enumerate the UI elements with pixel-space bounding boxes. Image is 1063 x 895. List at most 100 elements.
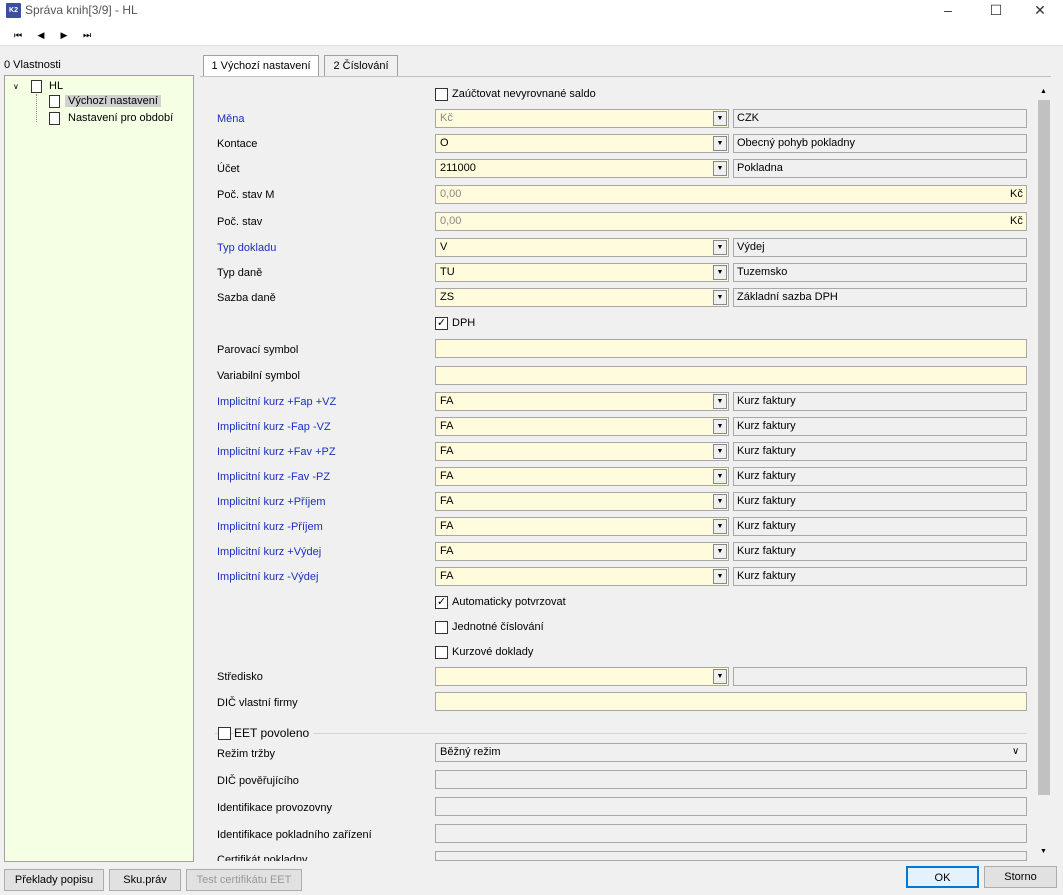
preklady-popisu-button[interactable]: Překlady popisu: [4, 869, 104, 891]
chevron-down-icon[interactable]: ▼: [713, 161, 727, 176]
poc-stav-label: Poč. stav: [217, 216, 263, 228]
dic-poverujiciho-field[interactable]: [435, 770, 1027, 789]
certifikat-field[interactable]: [435, 851, 1027, 861]
provozovna-field[interactable]: [435, 797, 1027, 816]
typ-dokladu-field[interactable]: V: [435, 238, 729, 257]
parovaci-symbol-label: Parovací symbol: [217, 344, 299, 356]
kurzove-doklady-checkbox[interactable]: [435, 646, 448, 659]
dph-checkbox[interactable]: ✓: [435, 317, 448, 330]
poc-stav-m-field[interactable]: 0,00: [435, 185, 1027, 204]
tree-root-hl[interactable]: HL: [49, 80, 63, 92]
tab-cislovani[interactable]: 2 Číslování: [324, 55, 398, 77]
tree-connector: [36, 94, 37, 122]
typ-dokladu-desc: Výdej: [733, 238, 1027, 257]
kurz-desc: Kurz faktury: [733, 492, 1027, 511]
chevron-down-icon[interactable]: ▼: [713, 240, 727, 255]
variabilni-symbol-field[interactable]: [435, 366, 1027, 385]
variabilni-symbol-label: Variabilní symbol: [217, 370, 300, 382]
rezim-trzby-select[interactable]: Běžný režim: [435, 743, 1027, 762]
stredisko-desc: [733, 667, 1027, 686]
tree-header: 0 Vlastnosti: [4, 59, 61, 71]
minimize-icon[interactable]: –: [925, 0, 971, 22]
test-certifikatu-eet-button[interactable]: Test certifikátu EET: [186, 869, 302, 891]
kurz-field[interactable]: FA: [435, 517, 729, 536]
chevron-down-icon[interactable]: ▼: [713, 494, 727, 509]
chevron-down-icon[interactable]: ▼: [713, 290, 727, 305]
sazba-dane-field[interactable]: ZS: [435, 288, 729, 307]
kurz-field[interactable]: FA: [435, 417, 729, 436]
tree-item-vychozi-nastaveni[interactable]: Výchozí nastavení: [65, 95, 161, 107]
ucet-field[interactable]: 211000: [435, 159, 729, 178]
dph-label: DPH: [452, 317, 476, 329]
provozovna-label: Identifikace provozovny: [217, 802, 332, 814]
chevron-down-icon[interactable]: ▼: [713, 669, 727, 684]
collapse-icon[interactable]: ∨: [13, 82, 19, 91]
tab-vychozi-nastaveni[interactable]: 1 Výchozí nastavení: [203, 55, 319, 77]
kurz-field[interactable]: FA: [435, 467, 729, 486]
rezim-trzby-label: Režim tržby: [217, 748, 276, 760]
first-record-icon[interactable]: ⏮: [8, 27, 28, 43]
zarizeni-field[interactable]: [435, 824, 1027, 843]
kurz-label: Implicitní kurz +Výdej: [217, 546, 322, 558]
kurz-desc: Kurz faktury: [733, 467, 1027, 486]
chevron-down-icon[interactable]: ▼: [713, 469, 727, 484]
kurz-desc: Kurz faktury: [733, 417, 1027, 436]
poc-stav-m-unit: Kč: [1010, 188, 1023, 200]
mena-desc: CZK: [733, 109, 1027, 128]
zauctovat-label: Zaúčtovat nevyrovnané saldo: [452, 88, 596, 100]
chevron-down-icon[interactable]: ▼: [713, 394, 727, 409]
chevron-down-icon[interactable]: ▼: [713, 265, 727, 280]
chevron-down-icon[interactable]: ▼: [713, 569, 727, 584]
close-icon[interactable]: ✕: [1017, 0, 1063, 22]
kurz-field[interactable]: FA: [435, 567, 729, 586]
kurz-desc: Kurz faktury: [733, 542, 1027, 561]
chevron-down-icon[interactable]: ▼: [713, 419, 727, 434]
kurz-field[interactable]: FA: [435, 542, 729, 561]
poc-stav-field[interactable]: 0,00: [435, 212, 1027, 231]
chevron-down-icon[interactable]: ▼: [713, 444, 727, 459]
scroll-up-icon[interactable]: ▲: [1040, 88, 1047, 95]
scroll-thumb[interactable]: [1038, 100, 1050, 795]
dic-firmy-field[interactable]: [435, 692, 1027, 711]
chevron-down-icon[interactable]: ▼: [713, 519, 727, 534]
zauctovat-checkbox[interactable]: [435, 88, 448, 101]
title-bar: K2 Správa knih[3/9] - HL – ☐ ✕: [0, 0, 1063, 22]
chevron-down-icon[interactable]: ▼: [713, 111, 727, 126]
mena-field[interactable]: Kč: [435, 109, 729, 128]
typ-dane-desc: Tuzemsko: [733, 263, 1027, 282]
last-record-icon[interactable]: ⏭: [77, 27, 97, 43]
parovaci-symbol-field[interactable]: [435, 339, 1027, 358]
zarizeni-label: Identifikace pokladního zařízení: [217, 829, 372, 841]
document-icon: [49, 95, 60, 108]
document-icon: [49, 112, 60, 125]
next-record-icon[interactable]: ▶: [54, 27, 74, 43]
kurz-field[interactable]: FA: [435, 442, 729, 461]
scroll-down-icon[interactable]: ▼: [1040, 848, 1047, 855]
chevron-down-icon[interactable]: ∨: [1012, 746, 1019, 757]
jednotne-cislovani-checkbox[interactable]: [435, 621, 448, 634]
maximize-icon[interactable]: ☐: [973, 0, 1019, 22]
sku-prav-button[interactable]: Sku.práv: [109, 869, 181, 891]
kurz-field[interactable]: FA: [435, 492, 729, 511]
app-icon: K2: [6, 3, 21, 18]
tree-panel: ∨ HL Výchozí nastavení Nastavení pro obd…: [4, 75, 194, 862]
auto-potvrzovat-checkbox[interactable]: ✓: [435, 596, 448, 609]
tree-item-nastaveni-pro-obdobi[interactable]: Nastavení pro období: [68, 112, 173, 124]
ucet-desc: Pokladna: [733, 159, 1027, 178]
kurz-field[interactable]: FA: [435, 392, 729, 411]
eet-povoleno-checkbox[interactable]: [218, 727, 231, 740]
stredisko-field[interactable]: [435, 667, 729, 686]
kurz-label: Implicitní kurz +Fav +PZ: [217, 446, 336, 458]
typ-dokladu-label: Typ dokladu: [217, 242, 277, 254]
typ-dane-field[interactable]: TU: [435, 263, 729, 282]
chevron-down-icon[interactable]: ▼: [713, 544, 727, 559]
previous-record-icon[interactable]: ◀: [31, 27, 51, 43]
storno-button[interactable]: Storno: [984, 866, 1057, 888]
chevron-down-icon[interactable]: ▼: [713, 136, 727, 151]
sazba-dane-label: Sazba daně: [217, 292, 276, 304]
dic-poverujiciho-label: DIČ pověřujícího: [217, 775, 299, 787]
kontace-field[interactable]: O: [435, 134, 729, 153]
auto-potvrzovat-label: Automaticky potvrzovat: [452, 596, 566, 608]
kurz-desc: Kurz faktury: [733, 517, 1027, 536]
ok-button[interactable]: OK: [906, 866, 979, 888]
